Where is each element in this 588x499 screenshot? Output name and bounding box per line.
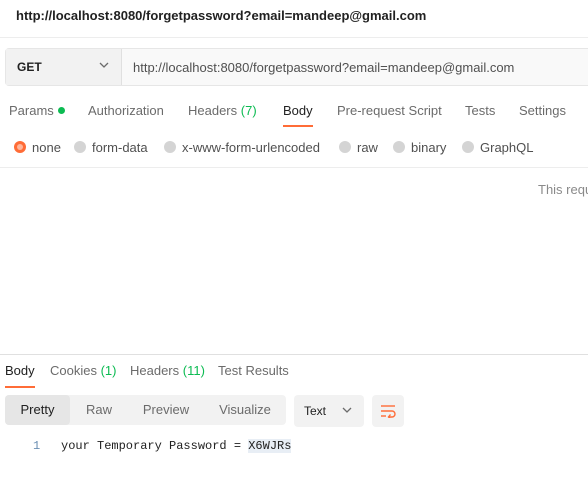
response-divider[interactable]	[0, 354, 588, 355]
temporary-password-value: X6WJRs	[248, 439, 292, 453]
url-input[interactable]	[122, 49, 588, 85]
response-tab-headers-count: (11)	[182, 363, 205, 378]
chevron-down-icon	[99, 62, 109, 68]
response-text-prefix: your Temporary Password =	[61, 439, 249, 453]
body-type-graphql[interactable]: GraphQL	[462, 136, 533, 158]
tab-tests-label: Tests	[465, 103, 496, 118]
body-type-binary-label: binary	[411, 139, 447, 155]
format-label: Text	[304, 404, 327, 418]
radio-icon[interactable]	[164, 141, 176, 153]
format-dropdown[interactable]: Text	[294, 395, 364, 427]
tab-body[interactable]: Body	[283, 98, 313, 128]
response-tab-test-results[interactable]: Test Results	[218, 362, 289, 388]
response-tab-body[interactable]: Body	[5, 362, 35, 388]
tab-headers[interactable]: Headers (7)	[188, 98, 257, 128]
radio-icon[interactable]	[339, 141, 351, 153]
divider	[0, 167, 588, 168]
body-type-urlencoded[interactable]: x-www-form-urlencoded	[164, 136, 320, 158]
tab-pre-request-script-label: Pre-request Script	[337, 103, 442, 118]
body-empty-message: This requ	[538, 182, 588, 197]
request-title[interactable]: http://localhost:8080/forgetpassword?ema…	[16, 8, 426, 23]
tab-params-label: Params	[9, 103, 54, 118]
radio-icon[interactable]	[393, 141, 405, 153]
params-indicator-dot	[57, 107, 65, 114]
request-url-bar: GET	[5, 48, 588, 86]
method-label: GET	[17, 60, 42, 74]
body-type-raw-label: raw	[357, 139, 378, 155]
tab-headers-label: Headers	[188, 103, 238, 118]
body-type-graphql-label: GraphQL	[480, 139, 534, 155]
response-tab-cookies-count: (1)	[100, 363, 117, 378]
response-tabs: Body Cookies (1) Headers (11) Test Resul…	[0, 362, 588, 388]
view-preview-button[interactable]: Preview	[128, 395, 204, 425]
response-body-line: 1 your Temporary Password = X6WJRs	[0, 438, 588, 456]
body-type-none[interactable]: none	[14, 136, 61, 158]
wrap-lines-button[interactable]	[372, 395, 404, 427]
tab-params[interactable]: Params	[9, 98, 65, 128]
body-type-form-data[interactable]: form-data	[74, 136, 148, 158]
response-body-text[interactable]: your Temporary Password = X6WJRs	[61, 439, 292, 453]
line-number: 1	[33, 439, 41, 453]
body-type-form-data-label: form-data	[92, 139, 148, 155]
response-tab-test-results-label: Test Results	[218, 363, 289, 378]
body-type-options: none form-data x-www-form-urlencoded raw…	[0, 136, 588, 158]
tab-authorization-label: Authorization	[88, 103, 164, 118]
request-tabs: Params Authorization Headers (7) Body Pr…	[0, 98, 588, 128]
radio-icon[interactable]	[462, 141, 474, 153]
body-type-binary[interactable]: binary	[393, 136, 446, 158]
view-pretty-button[interactable]: Pretty	[5, 395, 70, 425]
body-type-none-label: none	[32, 139, 61, 155]
tab-settings-label: Settings	[519, 103, 566, 118]
radio-selected-icon[interactable]	[14, 141, 26, 153]
response-tab-cookies-label: Cookies	[50, 363, 97, 378]
tab-tests[interactable]: Tests	[465, 98, 495, 128]
tab-body-label: Body	[283, 103, 313, 118]
tab-settings[interactable]: Settings	[519, 98, 566, 128]
wrap-lines-icon	[381, 405, 396, 418]
response-tab-headers[interactable]: Headers (11)	[130, 362, 205, 388]
method-dropdown[interactable]: GET	[6, 49, 122, 85]
view-raw-button[interactable]: Raw	[70, 395, 128, 425]
tab-headers-count: (7)	[240, 103, 257, 118]
response-tab-body-label: Body	[5, 363, 35, 378]
request-title-bar: http://localhost:8080/forgetpassword?ema…	[0, 0, 588, 38]
tab-authorization[interactable]: Authorization	[88, 98, 164, 128]
tab-pre-request-script[interactable]: Pre-request Script	[337, 98, 442, 128]
body-type-raw[interactable]: raw	[339, 136, 378, 158]
view-mode-group: Pretty Raw Preview Visualize	[5, 395, 286, 425]
chevron-down-icon	[342, 407, 352, 413]
view-visualize-button[interactable]: Visualize	[204, 395, 286, 425]
radio-icon[interactable]	[74, 141, 86, 153]
response-tab-cookies[interactable]: Cookies (1)	[50, 362, 116, 388]
body-type-urlencoded-label: x-www-form-urlencoded	[182, 139, 320, 155]
response-tab-headers-label: Headers	[130, 363, 180, 378]
